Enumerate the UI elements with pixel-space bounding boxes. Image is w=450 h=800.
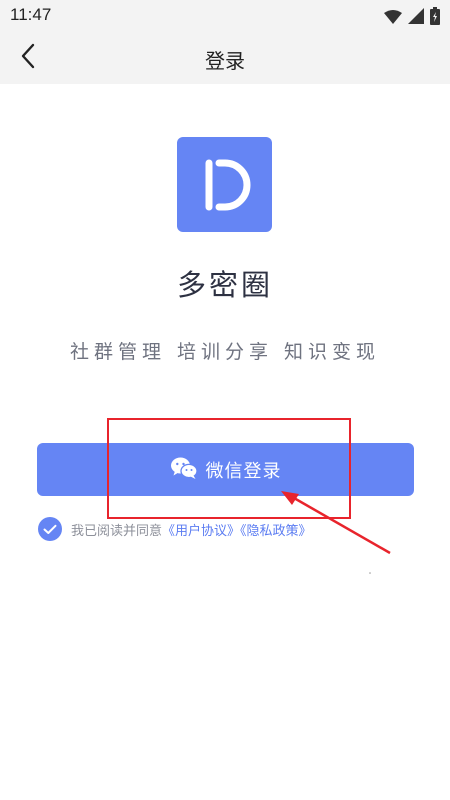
- agreement-text: 我已阅读并同意: [71, 523, 163, 539]
- status-time: 11:47: [10, 5, 52, 24]
- page-title: 登录: [205, 49, 245, 73]
- app-logo: [177, 137, 272, 232]
- app-slogan: 社群管理 培训分享 知识变现: [69, 341, 381, 363]
- agreement-checkbox[interactable]: [38, 517, 62, 541]
- annotation-arrow-icon: [281, 491, 391, 574]
- app-name: 多密圈: [176, 268, 273, 302]
- status-bar: 11:47: [0, 0, 450, 32]
- annotation-highlight-box: [107, 418, 351, 519]
- status-icons: [384, 7, 440, 29]
- signal-icon: [408, 8, 424, 28]
- user-agreement-link[interactable]: 《用户协议》: [162, 524, 240, 539]
- check-icon: [43, 520, 57, 539]
- battery-icon: [430, 7, 440, 29]
- privacy-policy-link[interactable]: 《隐私政策》: [240, 524, 312, 539]
- nav-bar: 登录: [0, 32, 450, 84]
- logo-d-icon: [205, 159, 250, 210]
- agreement-row: 我已阅读并同意《用户协议》《隐私政策》: [38, 517, 312, 541]
- wifi-icon: [384, 9, 402, 28]
